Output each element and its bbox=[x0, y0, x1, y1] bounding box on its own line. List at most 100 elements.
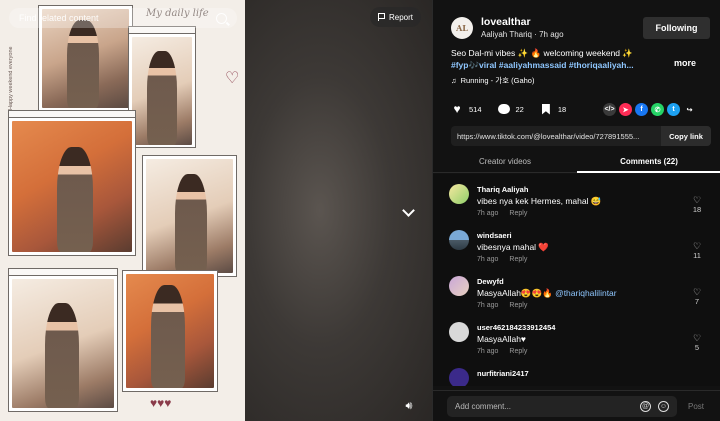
bookmark-button[interactable] bbox=[540, 103, 552, 115]
commenter-avatar[interactable] bbox=[449, 368, 469, 386]
heart-outline-icon: ♡ bbox=[692, 241, 702, 251]
comment-like[interactable]: ♡ 5 bbox=[689, 333, 705, 353]
comment-mention[interactable]: @thariqhalilintar bbox=[555, 288, 617, 298]
window-bar bbox=[9, 111, 135, 118]
comment-time: 7h ago bbox=[477, 256, 499, 263]
commenter-avatar[interactable] bbox=[449, 322, 469, 342]
music-link[interactable]: ♫ Running - 가호 (Gaho) bbox=[451, 75, 534, 86]
window-bar bbox=[129, 27, 195, 34]
commenter-name[interactable]: nurfitriani2417 bbox=[477, 369, 529, 378]
whatsapp-icon[interactable]: ✆ bbox=[651, 103, 664, 116]
following-button[interactable]: Following bbox=[643, 17, 710, 39]
photo-frame bbox=[8, 110, 136, 256]
report-button[interactable]: Report bbox=[370, 7, 422, 27]
reply-button[interactable]: Reply bbox=[509, 256, 527, 263]
photo-person bbox=[67, 20, 99, 108]
heart-outline-icon: ♡ bbox=[692, 195, 702, 205]
like-count: 514 bbox=[469, 104, 482, 114]
reply-button[interactable]: Reply bbox=[509, 348, 527, 355]
comment-time: 7h ago bbox=[477, 302, 499, 309]
photo-person bbox=[151, 285, 185, 388]
comment-button[interactable] bbox=[497, 101, 510, 115]
search-placeholder: Find related content bbox=[19, 13, 99, 23]
emoji-icon[interactable]: ☺ bbox=[658, 401, 669, 412]
comment-text: vibes nya kek Hermes, mahal 😅 bbox=[477, 196, 602, 206]
comment-list[interactable]: Thariq Aaliyah vibes nya kek Hermes, mah… bbox=[433, 174, 720, 386]
comment-time: 7h ago bbox=[477, 348, 499, 355]
comment-like[interactable]: ♡ 11 bbox=[689, 241, 705, 261]
commenter-name[interactable]: user462184233912454 bbox=[477, 323, 555, 332]
heart-outline-icon: ♡ bbox=[692, 333, 702, 343]
add-comment-input[interactable]: Add comment... @ ☺ bbox=[447, 396, 677, 417]
find-related-search[interactable]: Find related content bbox=[9, 8, 237, 28]
copy-link-button[interactable]: Copy link bbox=[661, 126, 711, 146]
comment-composer: Add comment... @ ☺ Post bbox=[433, 390, 720, 421]
photo-person bbox=[147, 51, 177, 145]
tab-creator-videos[interactable]: Creator videos bbox=[433, 150, 577, 172]
comment-item: nurfitriani2417 bbox=[449, 358, 711, 386]
commenter-avatar[interactable] bbox=[449, 276, 469, 296]
comment-text: MasyaAllah😍😍🔥 @thariqhalilintar bbox=[477, 288, 617, 299]
more-button[interactable]: more bbox=[674, 58, 696, 68]
tiktok-video-page: My daily life Happy weekend everyone ♡ ♥… bbox=[0, 0, 720, 421]
comment-like[interactable]: ♡ 7 bbox=[689, 288, 705, 307]
panel-tabs: Creator videos Comments (22) bbox=[433, 150, 720, 173]
action-bar: ♥ 514 22 18 bbox=[451, 101, 567, 115]
music-note-icon: ♫ bbox=[451, 76, 457, 85]
photo-person bbox=[57, 147, 93, 252]
comment-item: Dewyfd MasyaAllah😍😍🔥 @thariqhalilintar 7… bbox=[449, 266, 711, 310]
twitter-icon[interactable]: t bbox=[667, 103, 680, 116]
heart-doodle-icon: ♡ bbox=[225, 70, 240, 87]
commenter-name[interactable]: windsaeri bbox=[477, 231, 512, 240]
photo-frame bbox=[142, 155, 237, 277]
comment-item: user462184233912454 MasyaAllah♥ 7h ago Re… bbox=[449, 312, 711, 356]
comment-item: windsaeri vibesnya mahal ❤️ 7h ago Reply … bbox=[449, 220, 711, 264]
window-bar bbox=[9, 269, 117, 276]
share-arrow-icon[interactable]: ↪ bbox=[683, 103, 696, 116]
reply-button[interactable]: Reply bbox=[509, 302, 527, 309]
comment-bubble-icon bbox=[497, 101, 510, 114]
details-panel: AL lovealthar Aaliyah Thariq · 7h ago Fo… bbox=[432, 0, 720, 421]
author-info[interactable]: AL lovealthar Aaliyah Thariq · 7h ago bbox=[451, 16, 564, 39]
author-handle[interactable]: lovealthar bbox=[481, 16, 564, 28]
photo-person bbox=[175, 174, 207, 273]
music-title: Running - 가호 (Gaho) bbox=[460, 76, 535, 85]
comment-time: 7h ago bbox=[477, 210, 499, 217]
comment-like[interactable]: ♡ 18 bbox=[689, 195, 705, 215]
commenter-avatar[interactable] bbox=[449, 184, 469, 204]
comment-item: Thariq Aaliyah vibes nya kek Hermes, mah… bbox=[449, 174, 711, 218]
comment-like-count: 5 bbox=[694, 343, 700, 352]
comment-text: MasyaAllah♥ bbox=[477, 334, 526, 344]
volume-icon[interactable]: 🔊︎ bbox=[399, 397, 419, 415]
video-frame[interactable]: My daily life Happy weekend everyone ♡ ♥… bbox=[0, 0, 245, 421]
report-label: Report bbox=[389, 12, 414, 22]
comment-like-count: 18 bbox=[692, 205, 702, 214]
commenter-name[interactable]: Dewyfd bbox=[477, 277, 504, 286]
photo-frame bbox=[122, 270, 218, 392]
tab-comments[interactable]: Comments (22) bbox=[577, 150, 720, 173]
photo-person bbox=[45, 303, 79, 408]
video-caption: Seo Dal-mi vibes ✨ 🔥 welcoming weekend ✨… bbox=[451, 47, 671, 71]
video-player[interactable]: My daily life Happy weekend everyone ♡ ♥… bbox=[0, 0, 432, 421]
comment-text-body: MasyaAllah😍😍🔥 bbox=[477, 288, 556, 298]
embed-code-icon[interactable]: </> bbox=[603, 103, 616, 116]
bookmark-icon bbox=[541, 103, 550, 115]
save-count: 18 bbox=[557, 104, 567, 114]
facebook-icon[interactable]: f bbox=[635, 103, 648, 116]
video-link-row: https://www.tiktok.com/@lovealthar/video… bbox=[451, 126, 711, 146]
video-url[interactable]: https://www.tiktok.com/@lovealthar/video… bbox=[451, 132, 661, 141]
reply-button[interactable]: Reply bbox=[509, 210, 527, 217]
commenter-avatar[interactable] bbox=[449, 230, 469, 250]
caption-text: Seo Dal-mi vibes ✨ 🔥 welcoming weekend ✨ bbox=[451, 48, 633, 58]
send-icon[interactable]: ➤ bbox=[619, 103, 632, 116]
share-buttons: </> ➤ f ✆ t ↪ bbox=[603, 103, 696, 116]
author-avatar[interactable]: AL bbox=[451, 16, 473, 39]
mention-at-icon[interactable]: @ bbox=[640, 401, 651, 412]
like-heart-icon[interactable]: ♥ bbox=[451, 103, 463, 115]
post-button[interactable]: Post bbox=[688, 402, 704, 411]
caption-hashtags[interactable]: #fyp🎶viral #aaliyahmassaid #thoriqaaliya… bbox=[451, 59, 639, 71]
poster-side-text: Happy weekend everyone bbox=[8, 46, 14, 110]
comment-placeholder: Add comment... bbox=[455, 402, 512, 411]
comment-like-count: 11 bbox=[693, 251, 701, 260]
commenter-name[interactable]: Thariq Aaliyah bbox=[477, 185, 528, 194]
